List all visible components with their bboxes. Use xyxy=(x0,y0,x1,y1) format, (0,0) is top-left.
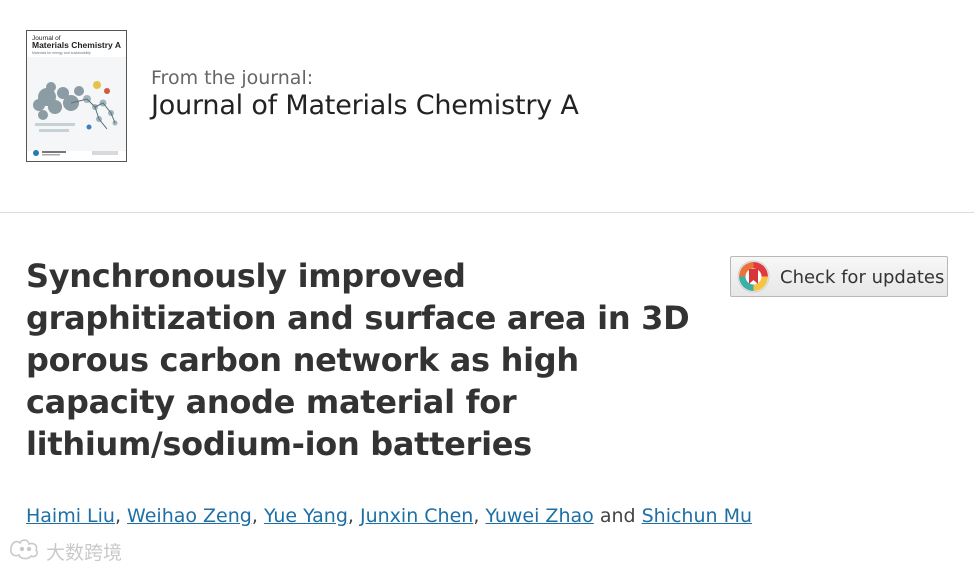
crossmark-icon xyxy=(737,260,770,293)
journal-cover-image[interactable]: Journal of Materials Chemistry A Materia… xyxy=(26,30,127,162)
check-for-updates-button[interactable]: Check for updates xyxy=(730,256,948,297)
author-conjunction: and xyxy=(599,505,636,527)
title-line: capacity anode material for xyxy=(26,383,517,421)
cover-title: Journal of Materials Chemistry A Materia… xyxy=(32,35,121,55)
title-line: Synchronously improved xyxy=(26,257,466,295)
check-for-updates-label: Check for updates xyxy=(780,267,945,288)
author-link[interactable]: Yue Yang xyxy=(264,505,348,527)
author-link[interactable]: Shichun Mu xyxy=(642,505,752,527)
cover-artwork xyxy=(27,57,126,151)
watermark-logo-icon xyxy=(10,539,38,560)
author-link[interactable]: Weihao Zeng xyxy=(127,505,252,527)
author-link[interactable]: Yuwei Zhao xyxy=(485,505,593,527)
watermark-text: 大数跨境 xyxy=(46,542,123,564)
watermark: 大数跨境 xyxy=(8,537,122,564)
from-journal-label: From the journal: xyxy=(151,67,314,89)
article-title: Synchronously improved graphitization an… xyxy=(26,255,690,465)
journal-header: Journal of Materials Chemistry A Materia… xyxy=(0,0,974,213)
journal-name-link[interactable]: Journal of Materials Chemistry A xyxy=(151,90,579,121)
author-link[interactable]: Junxin Chen xyxy=(360,505,473,527)
author-list: Haimi Liu, Weihao Zeng, Yue Yang, Junxin… xyxy=(26,505,753,527)
author-link[interactable]: Haimi Liu xyxy=(26,505,115,527)
cover-footer-logo xyxy=(33,150,118,156)
title-line: porous carbon network as high xyxy=(26,341,579,379)
title-line: graphitization and surface area in 3D xyxy=(26,299,690,337)
title-line: lithium/sodium-ion batteries xyxy=(26,425,532,463)
